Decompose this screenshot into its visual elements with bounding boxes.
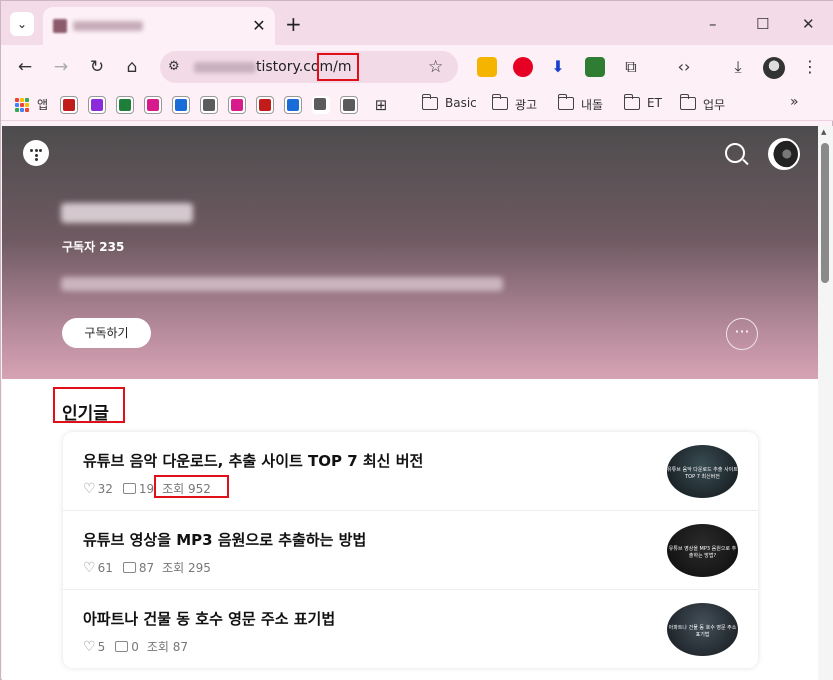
bookmark-icon-4[interactable]	[144, 96, 162, 114]
scroll-up-arrow-icon[interactable]: ▲	[821, 128, 826, 136]
bookmark-grid-icon[interactable]: ⊞	[371, 95, 391, 115]
thumbnail-caption: 유튜브 음악 다운로드 추출 사이트 TOP 7 최신버전	[667, 467, 738, 480]
post-meta: ♡ 61 87 조회 295	[83, 559, 211, 576]
highlight-box-url	[317, 53, 359, 81]
bookmark-icon-2[interactable]	[88, 96, 106, 114]
post-thumbnail[interactable]: 유튜브 영상을 MP3 음원으로 추출하는 방법?	[667, 524, 738, 577]
search-icon[interactable]	[725, 143, 745, 163]
bookmark-icon-6[interactable]	[200, 96, 218, 114]
like-count: 32	[97, 481, 113, 496]
bookmark-folder-work[interactable]: 업무	[703, 96, 725, 113]
code-icon[interactable]: ‹›	[674, 57, 694, 77]
active-tab[interactable]: ✕	[43, 7, 275, 45]
comment-icon	[122, 483, 136, 494]
post-thumbnail[interactable]: 아파트나 건물 동 호수 영문 주소 표기법	[667, 603, 738, 656]
tab-title-blurred	[73, 21, 143, 31]
extensions-puzzle-icon[interactable]: ⧉	[621, 57, 641, 77]
back-arrow-icon[interactable]: ←	[15, 57, 35, 77]
post-item[interactable]: 아파트나 건물 동 호수 영문 주소 표기법 ♡ 5 0 조회 87 아파트나 …	[63, 590, 758, 669]
minimize-button[interactable]: –	[709, 15, 717, 33]
blog-name-blurred	[61, 203, 193, 223]
tab-close-button[interactable]: ✕	[249, 16, 269, 36]
post-title[interactable]: 유튜브 영상을 MP3 음원으로 추출하는 방법	[83, 529, 366, 550]
heart-icon: ♡	[83, 559, 96, 576]
blog-hero: 구독자 235 구독하기 ···	[2, 126, 818, 379]
new-tab-button[interactable]: +	[285, 14, 302, 34]
bookmark-icon-8[interactable]	[256, 96, 274, 114]
comment-count: 87	[138, 560, 155, 575]
highlight-box-views	[154, 475, 229, 498]
tab-favicon	[53, 19, 67, 33]
chevron-down-icon: ⌄	[16, 17, 28, 31]
like-count: 5	[97, 639, 106, 654]
thumbnail-caption: 아파트나 건물 동 호수 영문 주소 표기법	[668, 625, 737, 638]
folder-icon	[557, 94, 574, 110]
bookmark-star-icon[interactable]: ☆	[428, 57, 443, 77]
home-icon[interactable]: ⌂	[122, 57, 142, 77]
tistory-logo-icon[interactable]	[23, 140, 49, 166]
bookmark-icon-11[interactable]	[340, 96, 358, 114]
download-helper-icon[interactable]: ⬇	[548, 57, 568, 77]
heart-icon: ♡	[83, 638, 96, 655]
comment-icon	[115, 641, 129, 652]
site-info-icon[interactable]: ⚙	[168, 59, 184, 75]
extension-keep-icon[interactable]	[477, 57, 497, 77]
more-options-button[interactable]: ···	[726, 318, 758, 350]
bookmark-icon-10[interactable]	[312, 96, 330, 114]
comment-count: 19	[138, 481, 155, 496]
bookmark-icon-5[interactable]	[172, 96, 190, 114]
post-thumbnail[interactable]: 유튜브 음악 다운로드 추출 사이트 TOP 7 최신버전	[667, 445, 738, 498]
bookmark-apps-label[interactable]: 앱	[37, 96, 48, 113]
subscriber-count: 구독자 235	[62, 240, 125, 254]
bookmark-icon-7[interactable]	[228, 96, 246, 114]
blog-profile-avatar[interactable]	[768, 138, 800, 170]
reload-icon[interactable]: ↻	[87, 57, 107, 77]
folder-icon	[421, 94, 438, 110]
bookmark-folder-ad[interactable]: 광고	[515, 96, 537, 113]
close-window-button[interactable]: ✕	[802, 15, 815, 33]
bookmark-folder-et[interactable]: ET	[647, 96, 662, 110]
tab-search-button[interactable]: ⌄	[10, 12, 34, 36]
thumbnail-caption: 유튜브 영상을 MP3 음원으로 추출하는 방법?	[668, 546, 737, 559]
subscribe-button[interactable]: 구독하기	[62, 318, 151, 348]
comment-count: 0	[131, 639, 139, 654]
pinterest-icon[interactable]	[513, 57, 533, 77]
heart-icon: ♡	[83, 480, 96, 497]
url-blurred-part	[194, 62, 256, 73]
extension-green-icon[interactable]	[585, 57, 605, 77]
download-icon[interactable]: ⤓	[728, 57, 748, 77]
like-count: 61	[97, 560, 113, 575]
address-bar[interactable]: ⚙ tistory.com/m ☆	[160, 51, 458, 83]
bookmark-icon-1[interactable]	[60, 96, 78, 114]
folder-icon	[679, 94, 696, 110]
popular-posts-card: 유튜브 음악 다운로드, 추출 사이트 TOP 7 최신 버전 ♡ 32 19 …	[63, 432, 758, 668]
scrollbar-thumb[interactable]	[821, 143, 829, 283]
bookmark-folder-mine[interactable]: 내돌	[581, 96, 603, 113]
kebab-menu-icon[interactable]: ⋮	[800, 57, 820, 77]
folder-icon	[623, 94, 640, 110]
folder-icon	[491, 94, 508, 110]
post-item[interactable]: 유튜브 음악 다운로드, 추출 사이트 TOP 7 최신 버전 ♡ 32 19 …	[63, 432, 758, 511]
profile-avatar[interactable]	[763, 57, 785, 79]
browser-window: ⌄ ✕ + – ☐ ✕ ← → ↻ ⌂ ⚙ tistory.com/m ☆ ⬇ …	[0, 0, 833, 680]
maximize-button[interactable]: ☐	[756, 15, 769, 33]
highlight-box-popular	[53, 387, 125, 423]
bookmark-folder-basic[interactable]: Basic	[445, 96, 477, 110]
post-title[interactable]: 아파트나 건물 동 호수 영문 주소 표기법	[83, 608, 335, 629]
post-title[interactable]: 유튜브 음악 다운로드, 추출 사이트 TOP 7 최신 버전	[83, 450, 423, 471]
view-count: 조회 87	[146, 640, 189, 654]
blog-description-blurred	[61, 277, 503, 291]
comment-icon	[122, 562, 136, 573]
bookmarks-overflow-button[interactable]: »	[790, 94, 799, 110]
tab-strip: ⌄ ✕ + – ☐ ✕	[1, 1, 833, 45]
apps-grid-icon[interactable]	[15, 98, 29, 112]
post-meta: ♡ 5 0 조회 87	[83, 638, 188, 655]
bookmark-icon-3[interactable]	[116, 96, 134, 114]
post-item[interactable]: 유튜브 영상을 MP3 음원으로 추출하는 방법 ♡ 61 87 조회 295 …	[63, 511, 758, 590]
view-count: 조회 295	[162, 561, 211, 575]
bookmark-icon-9[interactable]	[284, 96, 302, 114]
forward-arrow-icon[interactable]: →	[51, 57, 71, 77]
